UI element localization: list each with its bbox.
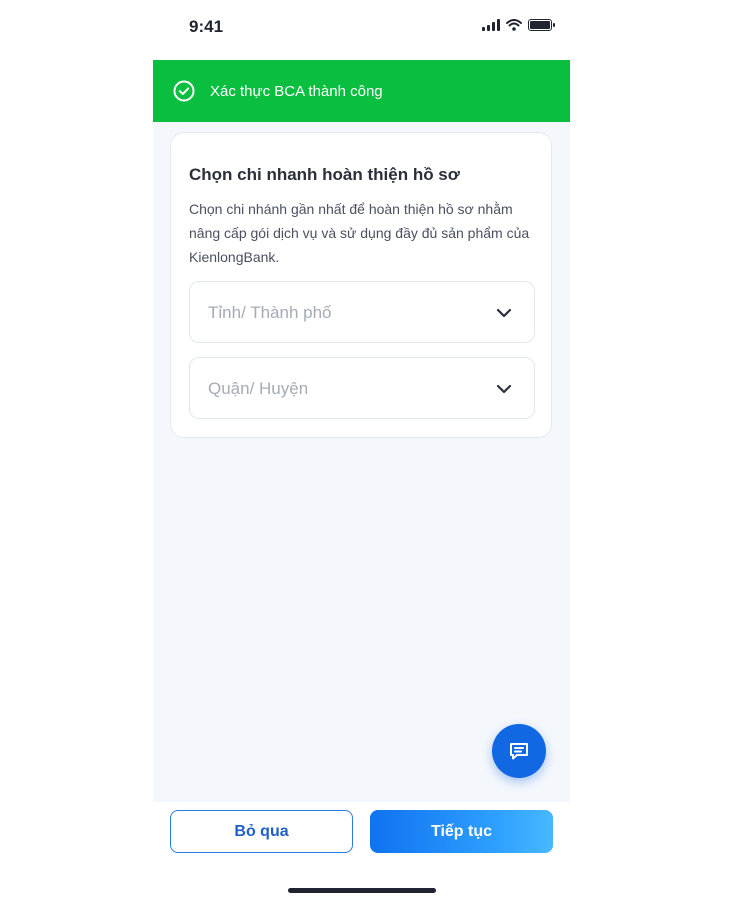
card-description: Chọn chi nhánh gần nhất để hoàn thiện hồ… (189, 201, 530, 265)
success-banner: Xác thực BCA thành công (153, 60, 570, 122)
footer-actions: Bỏ qua Tiếp tục (153, 802, 570, 915)
banner-text: Xác thực BCA thành công (210, 82, 383, 100)
card-title: Chọn chi nhanh hoàn thiện hồ sơ (189, 165, 460, 184)
main-content: Chọn chi nhanh hoàn thiện hồ sơ Chọn chi… (153, 122, 570, 802)
wifi-icon (506, 19, 522, 31)
district-select[interactable]: Quận/ Huyện (189, 357, 535, 419)
chevron-down-icon (496, 308, 512, 318)
signal-icon (482, 19, 500, 31)
chat-button[interactable] (492, 724, 546, 778)
status-icons (482, 19, 555, 31)
status-time: 9:41 (189, 17, 224, 36)
skip-button[interactable]: Bỏ qua (170, 810, 353, 853)
check-circle-icon (173, 80, 195, 102)
branch-card: Chọn chi nhanh hoàn thiện hồ sơ Chọn chi… (170, 132, 552, 438)
battery-icon (528, 19, 555, 31)
city-select[interactable]: Tỉnh/ Thành phố (189, 281, 535, 343)
home-indicator[interactable] (288, 888, 436, 893)
district-select-placeholder: Quận/ Huyện (208, 379, 309, 398)
status-bar: 9:41 (153, 0, 570, 60)
chat-icon (510, 743, 528, 760)
chevron-down-icon (496, 384, 512, 394)
continue-button[interactable]: Tiếp tục (370, 810, 553, 853)
phone-screen: 9:41 Xác thực BCA thành công Chọn chi nh… (153, 0, 570, 915)
city-select-placeholder: Tỉnh/ Thành phố (208, 303, 332, 322)
